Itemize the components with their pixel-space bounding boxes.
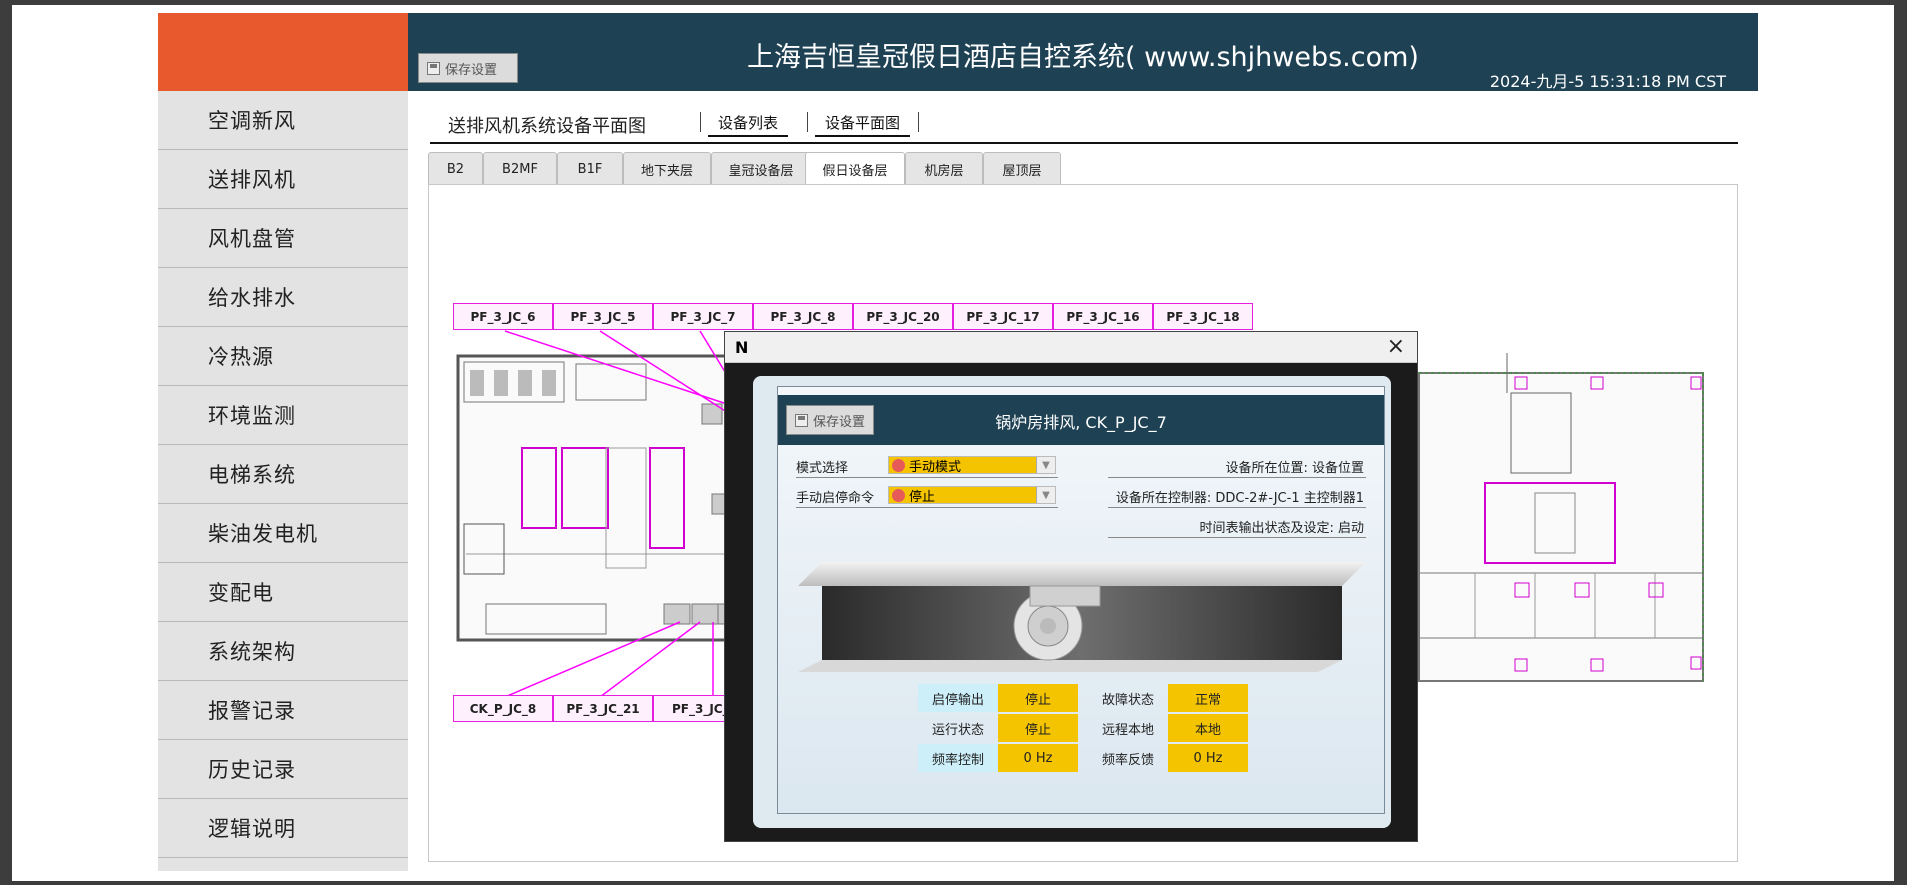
device-controller: 设备所在控制器: DDC-2#-JC-1 主控制器1 (1115, 491, 1364, 506)
start-stop-output-label: 启停输出 (918, 684, 998, 712)
sidebar-item-hvac-fresh-air[interactable]: 空调新风 (158, 91, 408, 150)
tab-holiday-equipment-floor[interactable]: 假日设备层 (805, 152, 905, 186)
info-underline (1108, 537, 1366, 538)
sidebar-item-alarm-log[interactable]: 报警记录 (158, 681, 408, 740)
sidebar-item-supply-exhaust-fan[interactable]: 送排风机 (158, 150, 408, 209)
sidebar-item-label: 送排风机 (208, 168, 296, 192)
floor-plan-right (1418, 353, 1704, 682)
device-label[interactable]: PF_3_JC_6 (453, 303, 553, 330)
brand-block (158, 13, 408, 91)
mode-select[interactable]: 手动模式 ▼ (888, 456, 1056, 475)
sidebar-nav: 空调新风 送排风机 风机盘管 给水排水 冷热源 环境监测 电梯系统 柴油发电机 … (158, 91, 408, 871)
form-underline (796, 507, 1058, 508)
sidebar-item-label: 空调新风 (208, 109, 296, 133)
sidebar-item-label: 风机盘管 (208, 227, 296, 251)
sidebar-item-history-log[interactable]: 历史记录 (158, 740, 408, 799)
sidebar-item-diesel-generator[interactable]: 柴油发电机 (158, 504, 408, 563)
app-logo-icon: N (735, 338, 749, 357)
sidebar-item-label: 系统架构 (208, 640, 296, 664)
device-title: 锅炉房排风, CK_P_JC_7 (995, 413, 1167, 432)
device-dialog: N × 保存设置 锅炉房排风, CK_P_JC_7 模式选择 手动模式 ▼ 手动… (724, 331, 1418, 842)
device-label[interactable]: CK_P_JC_8 (453, 695, 553, 722)
sidebar-item-label: 冷热源 (208, 345, 274, 369)
tab-crown-equipment-floor[interactable]: 皇冠设备层 (711, 152, 811, 185)
remote-local-value: 本地 (1168, 714, 1248, 742)
device-label[interactable]: PF_3_JC_20 (853, 303, 953, 330)
app-header: 保存设置 上海吉恒皇冠假日酒店自控系统( www.shjhwebs.com) 2… (408, 13, 1758, 91)
mode-select-value: 手动模式 (909, 459, 962, 475)
sidebar-item-label: 逻辑说明 (208, 817, 296, 841)
fault-status-value: 正常 (1168, 684, 1248, 712)
sidebar-item-elevator[interactable]: 电梯系统 (158, 445, 408, 504)
info-underline (1108, 507, 1366, 508)
device-location: 设备所在位置: 设备位置 (1225, 461, 1364, 476)
device-floorplan-link[interactable]: 设备平面图 (815, 112, 911, 137)
subnav-divider (807, 112, 808, 132)
page-title: 送排风机系统设备平面图 (448, 116, 646, 137)
freq-feedback-label: 频率反馈 (1101, 752, 1154, 768)
exhaust-fan-illustration (798, 562, 1366, 672)
sidebar-item-label: 变配电 (208, 581, 274, 605)
manual-cmd-value: 停止 (909, 489, 936, 505)
run-status-label: 运行状态 (931, 722, 984, 738)
chevron-down-icon: ▼ (1036, 457, 1055, 473)
sidebar-item-water-drainage[interactable]: 给水排水 (158, 268, 408, 327)
device-label[interactable]: PF_3_JC_17 (953, 303, 1053, 330)
close-icon[interactable]: × (1387, 334, 1405, 359)
manual-cmd-select[interactable]: 停止 ▼ (888, 486, 1056, 505)
info-underline (1108, 477, 1366, 478)
floor-plan-left (456, 354, 738, 642)
tab-b2mf[interactable]: B2MF (483, 152, 557, 185)
sidebar-item-label: 电梯系统 (208, 463, 296, 487)
remote-local-label: 远程本地 (1101, 722, 1154, 738)
tab-b1f[interactable]: B1F (557, 152, 623, 185)
sidebar-item-label: 给水排水 (208, 286, 296, 310)
manual-cmd-label: 手动启停命令 (796, 491, 875, 506)
tab-underground-mezzanine[interactable]: 地下夹层 (623, 152, 711, 185)
device-label[interactable]: PF_3_JC_18 (1153, 303, 1253, 330)
sub-navigation: 送排风机系统设备平面图 设备列表 设备平面图 (430, 106, 1738, 144)
sidebar-item-fan-coil[interactable]: 风机盘管 (158, 209, 408, 268)
sidebar-item-heat-cold-source[interactable]: 冷热源 (158, 327, 408, 386)
sidebar-item-system-architecture[interactable]: 系统架构 (158, 622, 408, 681)
schedule-status: 时间表输出状态及设定: 启动 (1199, 521, 1364, 536)
start-stop-output-value: 停止 (998, 684, 1078, 712)
freq-control-value[interactable]: 0 Hz (998, 744, 1078, 772)
tab-roof-floor[interactable]: 屋顶层 (983, 152, 1061, 185)
dialog-body: 保存设置 锅炉房排风, CK_P_JC_7 模式选择 手动模式 ▼ 手动启停命令… (753, 376, 1391, 828)
mode-select-label: 模式选择 (796, 461, 849, 476)
run-status-value: 停止 (998, 714, 1078, 742)
device-label[interactable]: PF_3_JC_16 (1053, 303, 1153, 330)
sidebar-item-label: 柴油发电机 (208, 522, 318, 546)
device-label[interactable]: PF_3_JC_8 (753, 303, 853, 330)
device-control-panel: 保存设置 锅炉房排风, CK_P_JC_7 模式选择 手动模式 ▼ 手动启停命令… (777, 386, 1385, 814)
tab-b2[interactable]: B2 (428, 152, 483, 185)
panel-header: 保存设置 锅炉房排风, CK_P_JC_7 (778, 395, 1384, 445)
freq-feedback-value: 0 Hz (1168, 744, 1248, 772)
sidebar-item-label: 历史记录 (208, 758, 296, 782)
sidebar-item-env-monitoring[interactable]: 环境监测 (158, 386, 408, 445)
datetime-display: 2024-九月-5 15:31:18 PM CST (1489, 72, 1726, 91)
fault-status-label: 故障状态 (1101, 692, 1154, 708)
subnav-divider (918, 112, 919, 132)
status-dot-icon (892, 488, 905, 502)
freq-control-label: 频率控制 (918, 744, 998, 772)
chevron-down-icon: ▼ (1036, 487, 1055, 503)
sidebar-item-label: 环境监测 (208, 404, 296, 428)
sidebar-item-logic-description[interactable]: 逻辑说明 (158, 799, 408, 858)
device-label[interactable]: PF_3_JC_21 (553, 695, 653, 722)
device-label[interactable]: PF_3_JC_7 (653, 303, 753, 330)
dialog-titlebar[interactable]: N × (725, 332, 1417, 363)
device-list-link[interactable]: 设备列表 (708, 112, 789, 137)
form-underline (796, 477, 1058, 478)
sidebar-item-power-distribution[interactable]: 变配电 (158, 563, 408, 622)
subnav-divider (700, 112, 701, 132)
device-label[interactable]: PF_3_JC_5 (553, 303, 653, 330)
tab-machine-room-floor[interactable]: 机房层 (905, 152, 983, 185)
status-dot-icon (892, 458, 905, 472)
sidebar-item-label: 报警记录 (208, 699, 296, 723)
